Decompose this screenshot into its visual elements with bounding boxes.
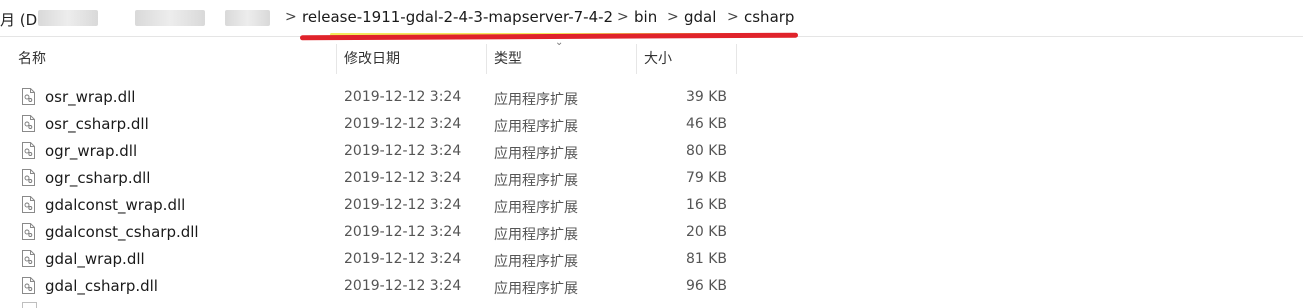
column-divider[interactable]	[636, 44, 637, 74]
file-row[interactable]: osr_wrap.dll 2019-12-12 3:24 应用程序扩展 39 KB	[0, 84, 1303, 111]
file-size: 81 KB	[685, 251, 727, 267]
file-size: 80 KB	[685, 143, 727, 159]
file-name[interactable]: osr_wrap.dll	[45, 88, 135, 106]
file-row[interactable]: gdalconst_wrap.dll 2019-12-12 3:24 应用程序扩展 1…	[0, 192, 1303, 219]
column-divider[interactable]	[736, 44, 737, 74]
chevron-right-icon: >	[617, 9, 629, 25]
file-row[interactable]: ogr_wrap.dll 2019-12-12 3:24 应用程序扩展 80 KB	[0, 138, 1303, 165]
blurred-path-segment	[225, 10, 270, 26]
address-prefix: 月 (D	[0, 11, 38, 29]
file-name[interactable]: gdal_wrap.dll	[45, 250, 145, 268]
file-modified-date: 2019-12-12 3:24	[344, 224, 462, 240]
column-header-date[interactable]: 修改日期	[344, 48, 400, 68]
file-size: 16 KB	[685, 197, 727, 213]
file-size: 96 KB	[685, 278, 727, 294]
column-header-name[interactable]: 名称	[18, 48, 46, 68]
breadcrumb-bin[interactable]: bin	[634, 8, 657, 26]
breadcrumb-release[interactable]: release-1911-gdal-2-4-3-mapserver-7-4-2	[302, 8, 613, 26]
file-name[interactable]: gdalconst_csharp.dll	[45, 223, 199, 241]
file-row[interactable]: osr_csharp.dll 2019-12-12 3:24 应用程序扩展 46 KB	[0, 111, 1303, 138]
chevron-right-icon: >	[727, 9, 739, 25]
file-type: 应用程序扩展	[494, 119, 578, 135]
blurred-path-segment	[38, 10, 98, 26]
file-type: 应用程序扩展	[494, 281, 578, 297]
blurred-path-segment	[135, 10, 205, 26]
dll-file-icon	[22, 250, 35, 267]
file-modified-date: 2019-12-12 3:24	[344, 116, 462, 132]
dll-file-icon	[22, 277, 35, 294]
file-name[interactable]: gdalconst_wrap.dll	[45, 196, 185, 214]
chevron-right-icon: >	[667, 9, 679, 25]
column-header-type[interactable]: 类型	[494, 48, 522, 68]
dll-file-icon	[22, 196, 35, 213]
file-modified-date: 2019-12-12 3:24	[344, 89, 462, 105]
file-type: 应用程序扩展	[494, 146, 578, 162]
file-type: 应用程序扩展	[494, 92, 578, 108]
file-type: 应用程序扩展	[494, 227, 578, 243]
file-modified-date: 2019-12-12 3:24	[344, 170, 462, 186]
file-row[interactable]: ogr_csharp.dll 2019-12-12 3:24 应用程序扩展 79 KB	[0, 165, 1303, 192]
file-row[interactable]: gdal_csharp.dll 2019-12-12 3:24 应用程序扩展 96 K…	[0, 273, 1303, 300]
file-modified-date: 2019-12-12 3:24	[344, 251, 462, 267]
file-type: 应用程序扩展	[494, 173, 578, 189]
breadcrumb-csharp[interactable]: csharp	[744, 8, 794, 26]
chevron-right-icon: >	[285, 9, 297, 25]
address-bar[interactable]: 月 (D > release-1911-gdal-2-4-3-mapserver…	[0, 0, 1303, 37]
file-name[interactable]: osr_csharp.dll	[45, 115, 149, 133]
sort-chevron-icon: ⌄	[555, 37, 564, 48]
file-row[interactable]: gdalconst_csharp.dll 2019-12-12 3:24 应用程序扩…	[0, 219, 1303, 246]
file-modified-date: 2019-12-12 3:24	[344, 143, 462, 159]
file-size: 20 KB	[685, 224, 727, 240]
column-header-size[interactable]: 大小	[644, 48, 672, 68]
file-modified-date: 2019-12-12 3:24	[344, 197, 462, 213]
dll-file-icon	[22, 169, 35, 186]
file-size: 79 KB	[685, 170, 727, 186]
file-name[interactable]: gdal_csharp.dll	[45, 277, 158, 295]
file-type: 应用程序扩展	[494, 200, 578, 216]
column-divider[interactable]	[486, 44, 487, 74]
dll-file-icon	[22, 88, 35, 105]
column-divider[interactable]	[336, 44, 337, 74]
dll-file-icon	[22, 302, 37, 308]
dll-file-icon	[22, 223, 35, 240]
breadcrumb-gdal[interactable]: gdal	[684, 8, 716, 26]
file-modified-date: 2019-12-12 3:24	[344, 278, 462, 294]
file-name[interactable]: ogr_wrap.dll	[45, 142, 137, 160]
file-row[interactable]: gdal_wrap.dll 2019-12-12 3:24 应用程序扩展 81 KB	[0, 246, 1303, 273]
file-type: 应用程序扩展	[494, 254, 578, 270]
file-name[interactable]: ogr_csharp.dll	[45, 169, 150, 187]
file-size: 39 KB	[685, 89, 727, 105]
file-size: 46 KB	[685, 116, 727, 132]
dll-file-icon	[22, 115, 35, 132]
dll-file-icon	[22, 142, 35, 159]
